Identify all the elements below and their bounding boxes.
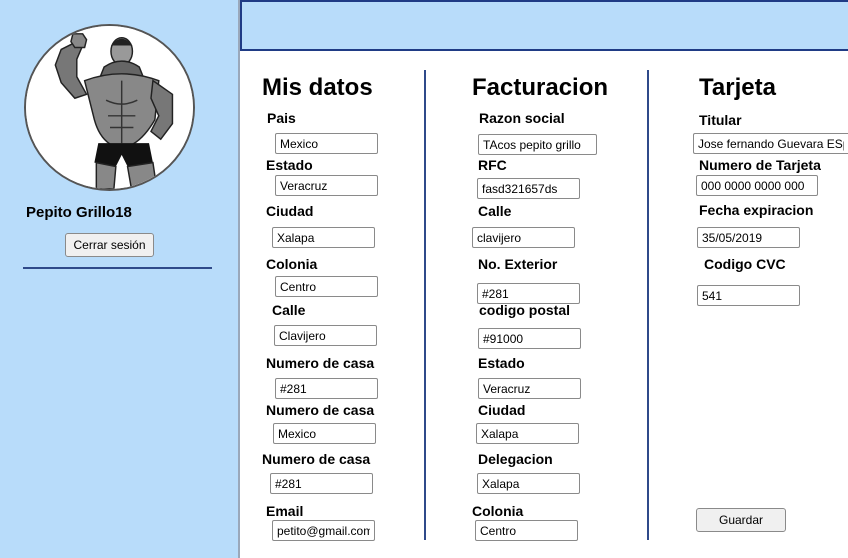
- no-exterior-label: No. Exterior: [478, 256, 558, 272]
- delegacion-input[interactable]: [477, 473, 580, 494]
- titular-input[interactable]: [693, 133, 848, 154]
- email-input[interactable]: [272, 520, 375, 541]
- facturacion-ciudad-input[interactable]: [476, 423, 579, 444]
- facturacion-estado-input[interactable]: [478, 378, 581, 399]
- numero-tarjeta-label: Numero de Tarjeta: [699, 157, 821, 173]
- facturacion-colonia-input[interactable]: [475, 520, 578, 541]
- estado-input[interactable]: [275, 175, 378, 196]
- facturacion-calle-input[interactable]: [472, 227, 575, 248]
- codigo-cvc-input[interactable]: [697, 285, 800, 306]
- facturacion-colonia-label: Colonia: [472, 503, 524, 519]
- calle-label: Calle: [272, 302, 306, 318]
- numero-casa-input-2[interactable]: [273, 423, 376, 444]
- numero-tarjeta-input[interactable]: [696, 175, 818, 196]
- tarjeta-title: Tarjeta: [699, 74, 776, 101]
- ciudad-input[interactable]: [272, 227, 375, 248]
- sidebar-divider: [23, 267, 212, 269]
- mis-datos-title: Mis datos: [262, 74, 373, 101]
- calle-input[interactable]: [274, 325, 377, 346]
- codigo-postal-label: codigo postal: [479, 302, 570, 318]
- pais-label: Pais: [267, 110, 296, 126]
- numero-casa-label-2: Numero de casa: [266, 402, 375, 418]
- username-label: Pepito Grillo18: [26, 204, 132, 221]
- numero-casa-label-3: Numero de casa: [262, 451, 371, 467]
- ciudad-label: Ciudad: [266, 203, 314, 219]
- column-divider-2: [647, 70, 649, 540]
- save-button[interactable]: Guardar: [696, 508, 786, 532]
- fecha-expiracion-label: Fecha expiracion: [699, 202, 814, 218]
- razon-social-input[interactable]: [478, 134, 597, 155]
- email-label: Email: [266, 503, 304, 519]
- estado-label: Estado: [266, 157, 313, 173]
- codigo-postal-input[interactable]: [478, 328, 581, 349]
- facturacion-calle-label: Calle: [478, 203, 512, 219]
- avatar: [24, 24, 195, 191]
- column-divider-1: [424, 70, 426, 540]
- fecha-expiracion-input[interactable]: [697, 227, 800, 248]
- titular-label: Titular: [699, 112, 742, 128]
- numero-casa-label: Numero de casa: [266, 355, 375, 371]
- facturacion-estado-label: Estado: [478, 355, 525, 371]
- top-header-bar: [240, 0, 848, 51]
- numero-casa-input-3[interactable]: [270, 473, 373, 494]
- facturacion-title: Facturacion: [472, 74, 609, 101]
- rfc-input[interactable]: [477, 178, 580, 199]
- sidebar: Pepito Grillo18 Cerrar sesión: [0, 0, 240, 558]
- delegacion-label: Delegacion: [478, 451, 553, 467]
- rfc-label: RFC: [478, 157, 507, 173]
- colonia-label: Colonia: [266, 256, 318, 272]
- colonia-input[interactable]: [275, 276, 378, 297]
- razon-social-label: Razon social: [479, 110, 565, 126]
- codigo-cvc-label: Codigo CVC: [704, 256, 786, 272]
- no-exterior-input[interactable]: [477, 283, 580, 304]
- pais-input[interactable]: [275, 133, 378, 154]
- numero-casa-input[interactable]: [275, 378, 378, 399]
- bodybuilder-avatar-image: [26, 26, 193, 189]
- logout-button[interactable]: Cerrar sesión: [65, 233, 154, 257]
- facturacion-ciudad-label: Ciudad: [478, 402, 526, 418]
